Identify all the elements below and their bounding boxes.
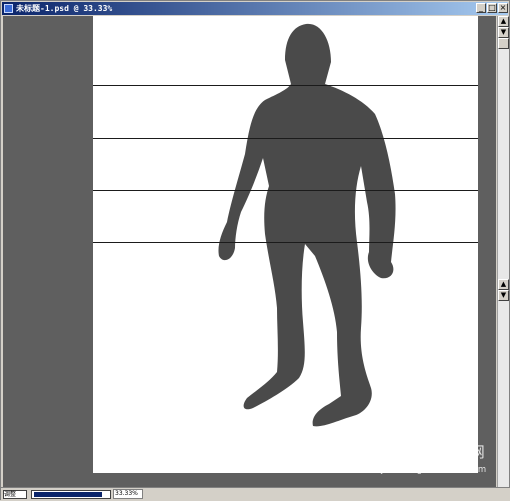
arrow-up-icon: ▲ (500, 280, 507, 288)
scroll-down-button[interactable]: ▼ (498, 290, 509, 301)
watermark-line-2: jiaocheng.chazidian.com (381, 465, 487, 475)
watermark-line-1: 查字典 教程网 (378, 443, 487, 461)
scroll-thumb[interactable] (498, 38, 509, 49)
scroll-up-button-bottom[interactable]: ▲ (498, 279, 509, 290)
scroll-up-button[interactable]: ▲ (498, 16, 509, 27)
maximize-icon: □ (488, 3, 496, 12)
document-canvas[interactable] (93, 16, 478, 473)
maximize-button[interactable]: □ (487, 3, 497, 13)
watermark: 查字典 教程网 jiaocheng.chazidian.com (373, 439, 499, 493)
photoshop-doc-icon (4, 4, 13, 13)
zoom-adjust-box[interactable]: 调整 (3, 490, 27, 499)
arrow-up-icon: ▲ (500, 17, 507, 25)
canvas-area[interactable] (3, 16, 496, 487)
zoom-level-field[interactable]: 33.33% (113, 489, 143, 499)
vertical-scrollbar[interactable]: ▲ ▼ ▲ ▼ (497, 16, 509, 487)
scroll-down-button-top[interactable]: ▼ (498, 27, 509, 38)
minimize-button[interactable]: _ (476, 3, 486, 13)
horizontal-scroll-thumb[interactable] (34, 492, 102, 497)
horizontal-scrollbar[interactable] (31, 490, 111, 499)
close-icon: × (499, 3, 507, 12)
document-window: 未标题-1.psd @ 33.33% _ □ × ▲ ▼ ▲ ▼ 调整 33.3… (0, 0, 510, 501)
arrow-down-icon: ▼ (500, 28, 507, 36)
title-bar[interactable]: 未标题-1.psd @ 33.33% _ □ × (2, 2, 508, 15)
zoom-adjust-label: 调整 (4, 491, 17, 498)
guide-line-4[interactable] (93, 242, 478, 243)
minimize-icon: _ (479, 3, 483, 12)
guide-line-1[interactable] (93, 85, 478, 86)
close-button[interactable]: × (498, 3, 508, 13)
arrow-down-icon: ▼ (500, 291, 507, 299)
guide-line-3[interactable] (93, 190, 478, 191)
window-title: 未标题-1.psd @ 33.33% (16, 4, 113, 13)
guide-line-2[interactable] (93, 138, 478, 139)
